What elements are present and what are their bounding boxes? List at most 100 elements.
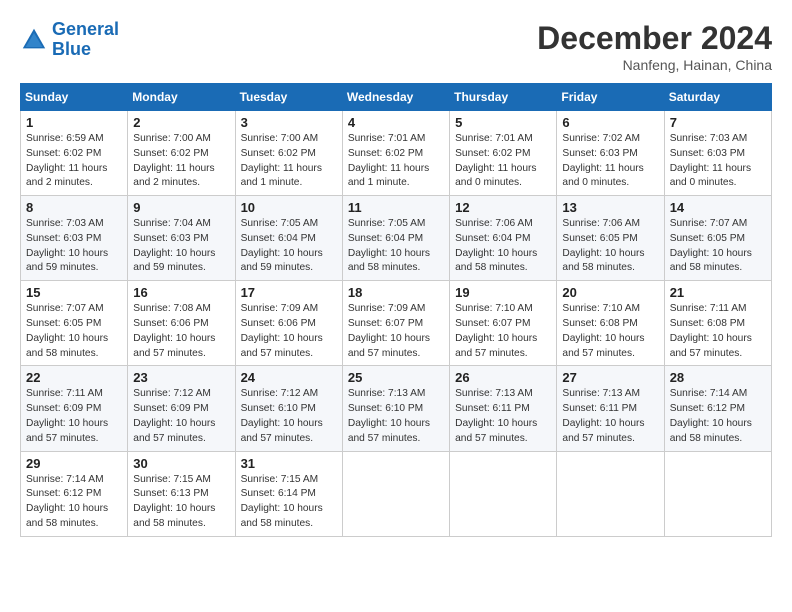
day-number: 9 [133, 200, 229, 215]
calendar-table: SundayMondayTuesdayWednesdayThursdayFrid… [20, 83, 772, 537]
day-number: 19 [455, 285, 551, 300]
day-info: Sunrise: 7:13 AMSunset: 6:11 PMDaylight:… [455, 387, 551, 446]
calendar-day-cell: 3 Sunrise: 7:00 AMSunset: 6:02 PMDaylight… [235, 111, 342, 196]
logo-icon [20, 26, 48, 54]
calendar-day-cell: 28Sunrise: 7:14 AMSunset: 6:12 PMDayligh… [664, 366, 771, 451]
day-number: 6 [562, 115, 658, 130]
weekday-header-friday: Friday [557, 84, 664, 111]
calendar-day-cell: 15 Sunrise: 7:07 AMSunset: 6:05 PMDayligh… [21, 281, 128, 366]
calendar-day-cell [664, 451, 771, 536]
day-info: Sunrise: 7:11 AMSunset: 6:09 PMDaylight:… [26, 387, 122, 446]
day-info: Sunrise: 7:01 AMSunset: 6:02 PMDaylight:… [348, 132, 444, 191]
day-info: Sunrise: 7:07 AMSunset: 6:05 PMDaylight:… [26, 302, 122, 361]
weekday-header-row: SundayMondayTuesdayWednesdayThursdayFrid… [21, 84, 772, 111]
calendar-day-cell: 17 Sunrise: 7:09 AMSunset: 6:06 PMDayligh… [235, 281, 342, 366]
day-info: Sunrise: 7:03 AMSunset: 6:03 PMDaylight:… [670, 132, 766, 191]
weekday-header-sunday: Sunday [21, 84, 128, 111]
calendar-week-row: 1 Sunrise: 6:59 AMSunset: 6:02 PMDaylight… [21, 111, 772, 196]
day-number: 17 [241, 285, 337, 300]
day-number: 31 [241, 456, 337, 471]
day-number: 13 [562, 200, 658, 215]
calendar-day-cell: 24 Sunrise: 7:12 AMSunset: 6:10 PMDayligh… [235, 366, 342, 451]
day-number: 14 [670, 200, 766, 215]
day-info: Sunrise: 7:15 AMSunset: 6:14 PMDaylight:… [241, 473, 337, 532]
day-number: 26 [455, 370, 551, 385]
day-number: 21 [670, 285, 766, 300]
calendar-day-cell: 19 Sunrise: 7:10 AMSunset: 6:07 PMDayligh… [450, 281, 557, 366]
calendar-day-cell: 31 Sunrise: 7:15 AMSunset: 6:14 PMDayligh… [235, 451, 342, 536]
calendar-day-cell: 8 Sunrise: 7:03 AMSunset: 6:03 PMDaylight… [21, 196, 128, 281]
calendar-week-row: 29 Sunrise: 7:14 AMSunset: 6:12 PMDayligh… [21, 451, 772, 536]
day-info: Sunrise: 6:59 AMSunset: 6:02 PMDaylight:… [26, 132, 122, 191]
calendar-day-cell: 10 Sunrise: 7:05 AMSunset: 6:04 PMDayligh… [235, 196, 342, 281]
calendar-day-cell [450, 451, 557, 536]
day-info: Sunrise: 7:09 AMSunset: 6:06 PMDaylight:… [241, 302, 337, 361]
calendar-day-cell [342, 451, 449, 536]
day-number: 12 [455, 200, 551, 215]
day-number: 23 [133, 370, 229, 385]
calendar-day-cell: 22 Sunrise: 7:11 AMSunset: 6:09 PMDayligh… [21, 366, 128, 451]
day-number: 24 [241, 370, 337, 385]
day-info: Sunrise: 7:13 AMSunset: 6:10 PMDaylight:… [348, 387, 444, 446]
calendar-day-cell: 6Sunrise: 7:02 AMSunset: 6:03 PMDaylight… [557, 111, 664, 196]
day-number: 11 [348, 200, 444, 215]
day-number: 3 [241, 115, 337, 130]
day-info: Sunrise: 7:00 AMSunset: 6:02 PMDaylight:… [241, 132, 337, 191]
location: Nanfeng, Hainan, China [537, 57, 772, 73]
weekday-header-wednesday: Wednesday [342, 84, 449, 111]
calendar-day-cell: 29 Sunrise: 7:14 AMSunset: 6:12 PMDayligh… [21, 451, 128, 536]
calendar-day-cell: 20 Sunrise: 7:10 AMSunset: 6:08 PMDayligh… [557, 281, 664, 366]
day-info: Sunrise: 7:07 AMSunset: 6:05 PMDaylight:… [670, 217, 766, 276]
day-info: Sunrise: 7:00 AMSunset: 6:02 PMDaylight:… [133, 132, 229, 191]
day-info: Sunrise: 7:10 AMSunset: 6:08 PMDaylight:… [562, 302, 658, 361]
day-number: 1 [26, 115, 122, 130]
calendar-day-cell: 11 Sunrise: 7:05 AMSunset: 6:04 PMDayligh… [342, 196, 449, 281]
day-number: 18 [348, 285, 444, 300]
day-info: Sunrise: 7:11 AMSunset: 6:08 PMDaylight:… [670, 302, 766, 361]
day-number: 27 [562, 370, 658, 385]
day-info: Sunrise: 7:10 AMSunset: 6:07 PMDaylight:… [455, 302, 551, 361]
day-number: 29 [26, 456, 122, 471]
day-info: Sunrise: 7:14 AMSunset: 6:12 PMDaylight:… [26, 473, 122, 532]
weekday-header-tuesday: Tuesday [235, 84, 342, 111]
day-info: Sunrise: 7:09 AMSunset: 6:07 PMDaylight:… [348, 302, 444, 361]
day-number: 15 [26, 285, 122, 300]
day-number: 8 [26, 200, 122, 215]
day-info: Sunrise: 7:06 AMSunset: 6:05 PMDaylight:… [562, 217, 658, 276]
day-number: 25 [348, 370, 444, 385]
day-number: 16 [133, 285, 229, 300]
day-number: 30 [133, 456, 229, 471]
day-info: Sunrise: 7:12 AMSunset: 6:09 PMDaylight:… [133, 387, 229, 446]
calendar-day-cell [557, 451, 664, 536]
day-info: Sunrise: 7:12 AMSunset: 6:10 PMDaylight:… [241, 387, 337, 446]
day-info: Sunrise: 7:05 AMSunset: 6:04 PMDaylight:… [348, 217, 444, 276]
day-info: Sunrise: 7:01 AMSunset: 6:02 PMDaylight:… [455, 132, 551, 191]
calendar-day-cell: 23 Sunrise: 7:12 AMSunset: 6:09 PMDayligh… [128, 366, 235, 451]
calendar-day-cell: 9 Sunrise: 7:04 AMSunset: 6:03 PMDaylight… [128, 196, 235, 281]
calendar-day-cell: 16Sunrise: 7:08 AMSunset: 6:06 PMDayligh… [128, 281, 235, 366]
calendar-day-cell: 25 Sunrise: 7:13 AMSunset: 6:10 PMDayligh… [342, 366, 449, 451]
calendar-day-cell: 13 Sunrise: 7:06 AMSunset: 6:05 PMDayligh… [557, 196, 664, 281]
day-info: Sunrise: 7:03 AMSunset: 6:03 PMDaylight:… [26, 217, 122, 276]
calendar-day-cell: 30 Sunrise: 7:15 AMSunset: 6:13 PMDayligh… [128, 451, 235, 536]
weekday-header-thursday: Thursday [450, 84, 557, 111]
day-number: 20 [562, 285, 658, 300]
day-number: 5 [455, 115, 551, 130]
calendar-day-cell: 14 Sunrise: 7:07 AMSunset: 6:05 PMDayligh… [664, 196, 771, 281]
calendar-day-cell: 18 Sunrise: 7:09 AMSunset: 6:07 PMDayligh… [342, 281, 449, 366]
calendar-day-cell: 4Sunrise: 7:01 AMSunset: 6:02 PMDaylight… [342, 111, 449, 196]
calendar-week-row: 15 Sunrise: 7:07 AMSunset: 6:05 PMDayligh… [21, 281, 772, 366]
calendar-day-cell: 21 Sunrise: 7:11 AMSunset: 6:08 PMDayligh… [664, 281, 771, 366]
day-info: Sunrise: 7:04 AMSunset: 6:03 PMDaylight:… [133, 217, 229, 276]
day-number: 7 [670, 115, 766, 130]
day-number: 22 [26, 370, 122, 385]
day-info: Sunrise: 7:05 AMSunset: 6:04 PMDaylight:… [241, 217, 337, 276]
day-info: Sunrise: 7:06 AMSunset: 6:04 PMDaylight:… [455, 217, 551, 276]
day-info: Sunrise: 7:13 AMSunset: 6:11 PMDaylight:… [562, 387, 658, 446]
calendar-day-cell: 1 Sunrise: 6:59 AMSunset: 6:02 PMDaylight… [21, 111, 128, 196]
day-number: 10 [241, 200, 337, 215]
page-header: GeneralBlue December 2024 Nanfeng, Haina… [20, 20, 772, 73]
day-info: Sunrise: 7:15 AMSunset: 6:13 PMDaylight:… [133, 473, 229, 532]
logo: GeneralBlue [20, 20, 119, 60]
month-title: December 2024 [537, 20, 772, 57]
